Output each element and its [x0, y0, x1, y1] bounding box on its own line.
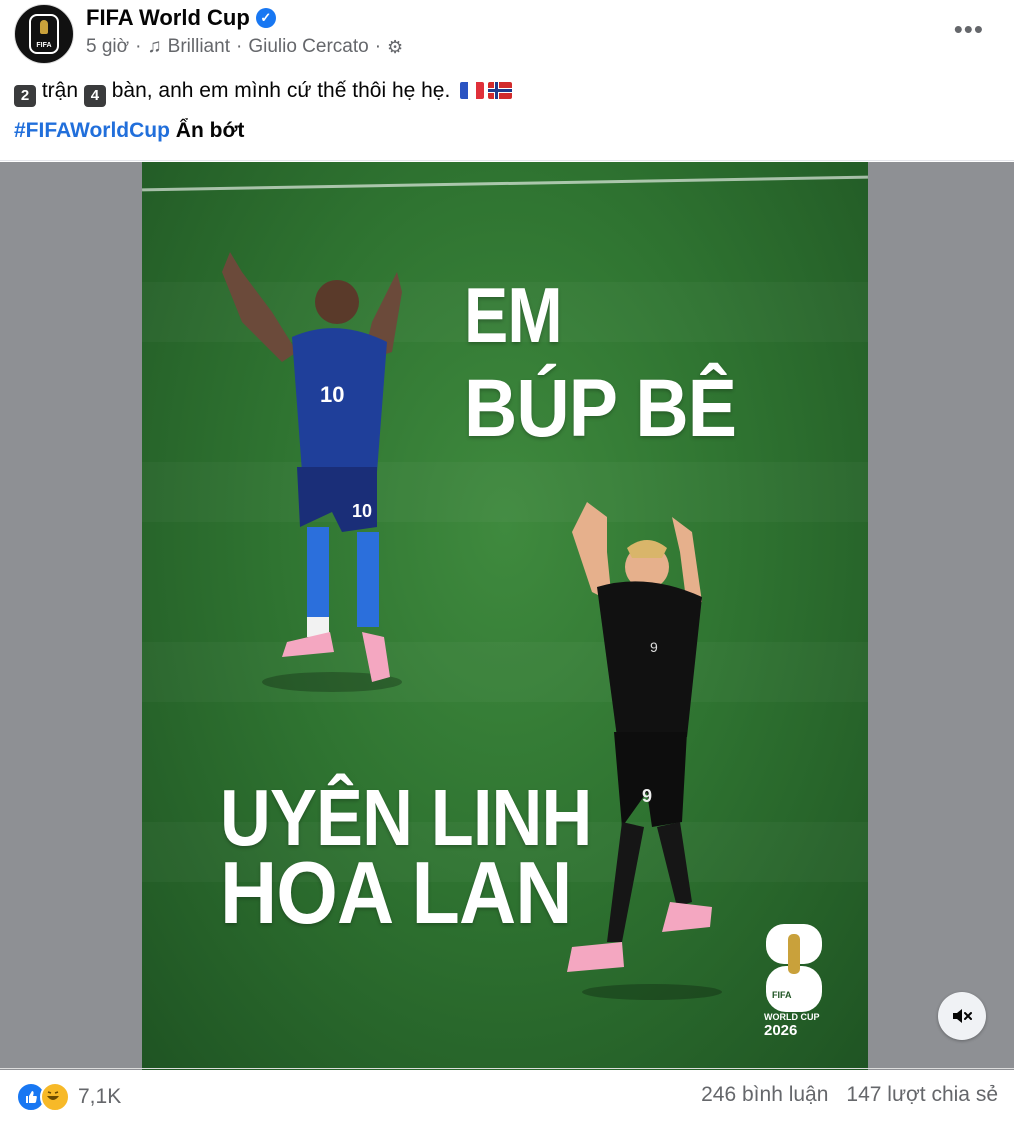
shares-count-link[interactable]: 147 lượt chia sẻ	[846, 1083, 998, 1107]
svg-text:9: 9	[650, 639, 658, 655]
world-cup-year-label: WORLD CUP 2026	[764, 1012, 820, 1039]
divider	[0, 1068, 1014, 1069]
player-blue-kit-image: 10 10	[222, 252, 402, 692]
mute-button[interactable]	[938, 992, 986, 1040]
pitch-line	[142, 175, 868, 192]
page-name[interactable]: FIFA World Cup ✓	[86, 5, 276, 31]
music-note-icon: ♫	[147, 36, 162, 57]
svg-text:10: 10	[352, 501, 372, 521]
post-time[interactable]: 5 giờ	[86, 36, 129, 58]
comments-count-link[interactable]: 246 bình luận	[701, 1083, 828, 1107]
player-black-kit-image: 9 9	[567, 502, 722, 1000]
keycap-number: 2	[14, 85, 36, 107]
post-header: FIFA FIFA World Cup ✓ 5 giờ · ♫ Brillian…	[0, 0, 1014, 80]
hashtag-link[interactable]: #FIFAWorldCup	[14, 119, 170, 142]
reactions-count: 7,1K	[78, 1085, 122, 1108]
keycap-number: 4	[83, 85, 106, 107]
headline-line-4: HOA LAN	[220, 843, 572, 942]
gear-icon[interactable]: ⚙	[387, 37, 403, 58]
norway-flag-icon	[488, 82, 513, 99]
svg-text:9: 9	[642, 786, 652, 806]
post-media[interactable]: 10 10 9 9 EM BÚP BÊ UYÊN LINH HOA LAN FI…	[0, 162, 1014, 1070]
france-flag-icon	[460, 82, 485, 99]
more-options-icon[interactable]: •••	[954, 14, 984, 45]
headline-line-1: EM	[464, 271, 563, 359]
divider	[0, 160, 1014, 161]
engagement-stats: 246 bình luận 147 lượt chia sẻ	[701, 1083, 998, 1107]
haha-reaction-icon	[40, 1082, 70, 1112]
post-meta: 5 giờ · ♫ Brilliant · Giulio Cercato · ⚙	[86, 36, 404, 58]
hashtag-line: #FIFAWorldCup Ẩn bớt	[14, 116, 244, 146]
see-less-button[interactable]: Ẩn bớt	[176, 119, 245, 142]
poster-image[interactable]: 10 10 9 9 EM BÚP BÊ UYÊN LINH HOA LAN FI…	[142, 162, 868, 1070]
mute-icon	[953, 1009, 972, 1023]
svg-text:FIFA: FIFA	[772, 990, 792, 1000]
svg-text:10: 10	[320, 382, 344, 407]
verified-icon: ✓	[255, 8, 276, 28]
reactions-summary[interactable]: 7,1K	[16, 1082, 121, 1112]
page-avatar[interactable]: FIFA	[14, 4, 74, 64]
post-caption: 2 trận 4 bàn, anh em mình cứ thế thôi hẹ…	[14, 76, 513, 107]
fifa-logo-icon: FIFA	[29, 14, 59, 54]
music-track[interactable]: Brilliant	[168, 36, 230, 58]
post-footer: 7,1K 246 bình luận 147 lượt chia sẻ	[0, 1070, 1014, 1132]
headline-line-2: BÚP BÊ	[464, 363, 737, 454]
music-artist[interactable]: Giulio Cercato	[248, 36, 368, 58]
